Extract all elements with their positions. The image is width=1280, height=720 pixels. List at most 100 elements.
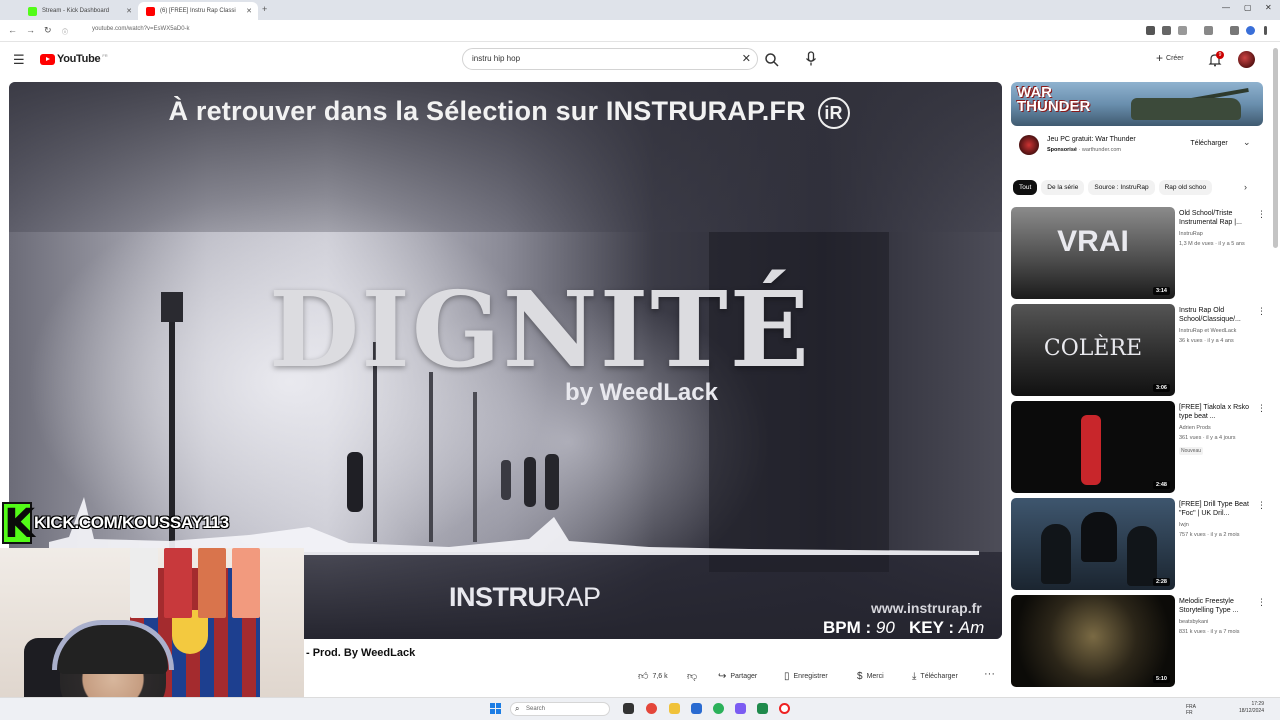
recommendation-title[interactable]: [FREE] Tiakola x Rsko type beat ... bbox=[1179, 403, 1259, 421]
recommendation-thumbnail[interactable]: 2:28 bbox=[1011, 498, 1175, 590]
extensions-icon[interactable] bbox=[1204, 26, 1213, 35]
chip-tout[interactable]: Tout bbox=[1013, 180, 1038, 195]
recommendation-title[interactable]: Melodic Freestyle Storytelling Type ... bbox=[1179, 597, 1259, 615]
thumbs-up-icon: 👍︎ bbox=[638, 671, 649, 682]
opera-icon[interactable] bbox=[779, 703, 790, 714]
recommendation-item[interactable]: 2:48 [FREE] Tiakola x Rsko type beat ...… bbox=[1011, 401, 1266, 493]
ad-banner[interactable]: WAR THUNDER bbox=[1011, 82, 1263, 126]
recommendation-meta: 831 k vues · il y a 7 mois bbox=[1179, 629, 1240, 635]
tab-close-icon[interactable]: ✕ bbox=[246, 7, 252, 15]
save-button[interactable]: ▯ Enregistrer bbox=[784, 667, 828, 685]
profile-icon[interactable] bbox=[1246, 26, 1255, 35]
forward-icon[interactable]: → bbox=[26, 25, 35, 35]
chip-source-instrurap[interactable]: Source : InstruRap bbox=[1088, 180, 1155, 195]
create-button[interactable]: + Créer bbox=[1156, 52, 1184, 64]
file-explorer-icon[interactable] bbox=[669, 703, 680, 714]
recommendation-thumbnail[interactable]: 5:10 bbox=[1011, 595, 1175, 687]
more-options-icon[interactable]: ⋮ bbox=[1257, 597, 1266, 608]
menu-icon[interactable]: ☰ bbox=[13, 52, 25, 68]
kick-logo-icon: K bbox=[2, 501, 35, 547]
bpm-label: BPM : bbox=[823, 618, 872, 637]
taskbar-search-placeholder: Search bbox=[526, 706, 546, 712]
recommendation-title[interactable]: Old School/Triste Instrumental Rap |... bbox=[1179, 209, 1259, 227]
recommendation-item[interactable]: 5:10 Melodic Freestyle Storytelling Type… bbox=[1011, 595, 1266, 687]
bookmark-star-icon[interactable] bbox=[1178, 26, 1187, 35]
task-view-icon[interactable] bbox=[623, 703, 634, 714]
more-options-icon[interactable]: ⋮ bbox=[1257, 209, 1266, 220]
url-field[interactable]: youtube.com/watch?v=EsWX5aD0-k bbox=[92, 26, 190, 32]
ad-tank bbox=[1131, 98, 1241, 120]
youtube-logo[interactable]: YouTube FR bbox=[40, 53, 108, 65]
chip-de-la-serie[interactable]: De la série bbox=[1041, 180, 1085, 195]
chrome-icon[interactable] bbox=[646, 703, 657, 714]
logo-bold-part: INSTRU bbox=[449, 582, 547, 612]
chevron-down-icon[interactable]: ⌄ bbox=[1243, 137, 1251, 148]
recommendation-item[interactable]: 2:28 [FREE] Drill Type Beat "Foc" | UK D… bbox=[1011, 498, 1266, 590]
clear-search-icon[interactable]: ✕ bbox=[742, 52, 751, 65]
tab-close-icon[interactable]: ✕ bbox=[126, 7, 132, 15]
chevron-right-icon[interactable]: › bbox=[1244, 182, 1247, 192]
webcam-shirt bbox=[198, 548, 226, 618]
store-icon[interactable] bbox=[691, 703, 702, 714]
share-button[interactable]: ↪ Partager bbox=[718, 667, 757, 685]
country-code: FR bbox=[102, 52, 108, 58]
browser-menu-icon[interactable] bbox=[1264, 26, 1267, 35]
cast-icon[interactable] bbox=[1162, 26, 1171, 35]
recommendation-thumbnail[interactable]: VRAI 3:14 bbox=[1011, 207, 1175, 299]
recommendation-channel[interactable]: Adrien Prods bbox=[1179, 425, 1263, 431]
thanks-icon: $ bbox=[857, 670, 863, 682]
reload-icon[interactable]: ↻ bbox=[44, 25, 52, 36]
site-info-icon[interactable]: ⓘ bbox=[62, 27, 68, 36]
ad-download-button[interactable]: Télécharger bbox=[1176, 136, 1242, 152]
taskbar-search[interactable]: Search bbox=[510, 702, 610, 716]
maximize-icon[interactable]: ▢ bbox=[1244, 3, 1252, 12]
more-options-icon[interactable]: ⋮ bbox=[1257, 306, 1266, 317]
recommendation-channel[interactable]: beatsbykani bbox=[1179, 619, 1263, 625]
clock-date: 18/12/2024 bbox=[1238, 708, 1264, 714]
search-input[interactable]: instru hip hop ✕ bbox=[462, 48, 758, 70]
more-options-icon[interactable]: ⋮ bbox=[1257, 403, 1266, 414]
tray-lang-sub: FR bbox=[1186, 710, 1193, 716]
taskbar-clock[interactable]: 17:29 18/12/2024 bbox=[1228, 701, 1264, 715]
app-icon[interactable] bbox=[757, 703, 768, 714]
more-options-icon[interactable]: ⋮ bbox=[1257, 500, 1266, 511]
share-label: Partager bbox=[730, 672, 758, 680]
microphone-icon[interactable] bbox=[804, 51, 818, 67]
close-window-icon[interactable]: ✕ bbox=[1265, 3, 1272, 12]
tab-kick-dashboard[interactable]: Stream - Kick Dashboard ✕ bbox=[20, 2, 138, 20]
thanks-button[interactable]: $ Merci bbox=[857, 667, 884, 685]
download-button[interactable]: ⤓ Télécharger bbox=[912, 667, 958, 685]
recommendation-title[interactable]: Instru Rap Old School/Classique/... bbox=[1179, 306, 1259, 324]
dislike-button[interactable]: 👎︎ bbox=[687, 667, 697, 685]
like-button[interactable]: 👍︎ 7,6 k bbox=[638, 667, 668, 685]
key-value: Am bbox=[958, 618, 985, 637]
chip-rap-old-school[interactable]: Rap old schoo bbox=[1158, 180, 1213, 195]
search-icon[interactable] bbox=[764, 52, 780, 68]
zoom-icon[interactable] bbox=[1146, 26, 1155, 35]
kick-channel-url: KICK.COM/KOUSSAY113 bbox=[34, 513, 229, 532]
ad-advertiser-logo bbox=[1019, 135, 1039, 155]
windows-start-icon[interactable] bbox=[490, 703, 501, 714]
discord-icon[interactable] bbox=[735, 703, 746, 714]
recommendation-title[interactable]: [FREE] Drill Type Beat "Foc" | UK Dril..… bbox=[1179, 500, 1259, 518]
account-avatar[interactable] bbox=[1238, 51, 1255, 68]
more-actions-icon[interactable]: ··· bbox=[984, 668, 995, 680]
recommendation-channel[interactable]: Iwjn bbox=[1179, 522, 1263, 528]
recommendation-channel[interactable]: InstruRap et WeedLack bbox=[1179, 328, 1263, 334]
recommendation-item[interactable]: COLÈRE 3:06 Instru Rap Old School/Classi… bbox=[1011, 304, 1266, 396]
recommendation-thumbnail[interactable]: COLÈRE 3:06 bbox=[1011, 304, 1175, 396]
new-tab-icon[interactable]: + bbox=[262, 4, 267, 14]
ad-sponsored-label: Sponsorisé bbox=[1047, 147, 1077, 153]
whatsapp-icon[interactable] bbox=[713, 703, 724, 714]
recommendation-channel[interactable]: InstruRap bbox=[1179, 231, 1263, 237]
clock-time: 17:29 bbox=[1251, 701, 1264, 707]
recommendation-thumbnail[interactable]: 2:48 bbox=[1011, 401, 1175, 493]
page-scrollbar[interactable] bbox=[1273, 48, 1278, 248]
minimize-icon[interactable]: — bbox=[1222, 3, 1230, 12]
tab-youtube[interactable]: (6) [FREE] Instru Rap Classi ✕ bbox=[138, 2, 258, 20]
downloads-icon[interactable] bbox=[1230, 26, 1239, 35]
recommendation-item[interactable]: VRAI 3:14 Old School/Triste Instrumental… bbox=[1011, 207, 1266, 299]
back-icon[interactable]: ← bbox=[8, 25, 17, 35]
download-label: Télécharger bbox=[920, 672, 958, 680]
tray-language[interactable]: FRA FR bbox=[1186, 704, 1196, 716]
